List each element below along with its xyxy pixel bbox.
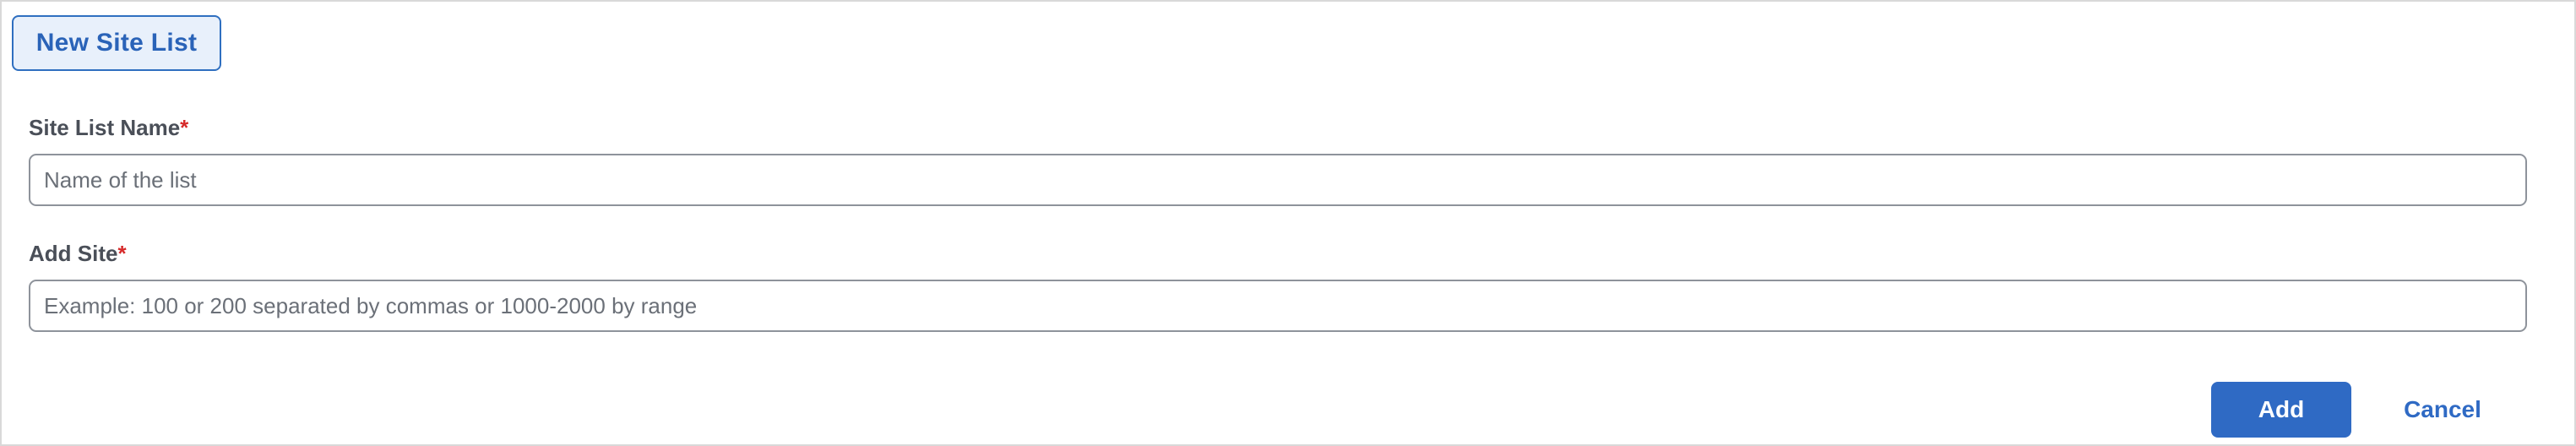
add-site-input[interactable] — [29, 280, 2527, 332]
site-list-name-label: Site List Name* — [29, 115, 188, 141]
new-site-list-panel: New Site List Site List Name* Add Site* … — [0, 0, 2576, 446]
site-list-name-label-text: Site List Name — [29, 115, 181, 140]
add-site-label: Add Site* — [29, 241, 127, 267]
required-marker: * — [117, 241, 127, 266]
add-button[interactable]: Add — [2211, 382, 2351, 438]
site-list-name-input[interactable] — [29, 154, 2527, 206]
add-site-label-text: Add Site — [29, 241, 118, 266]
cancel-button[interactable]: Cancel — [2383, 382, 2502, 438]
new-site-list-tab[interactable]: New Site List — [12, 15, 221, 71]
required-marker: * — [180, 115, 189, 140]
